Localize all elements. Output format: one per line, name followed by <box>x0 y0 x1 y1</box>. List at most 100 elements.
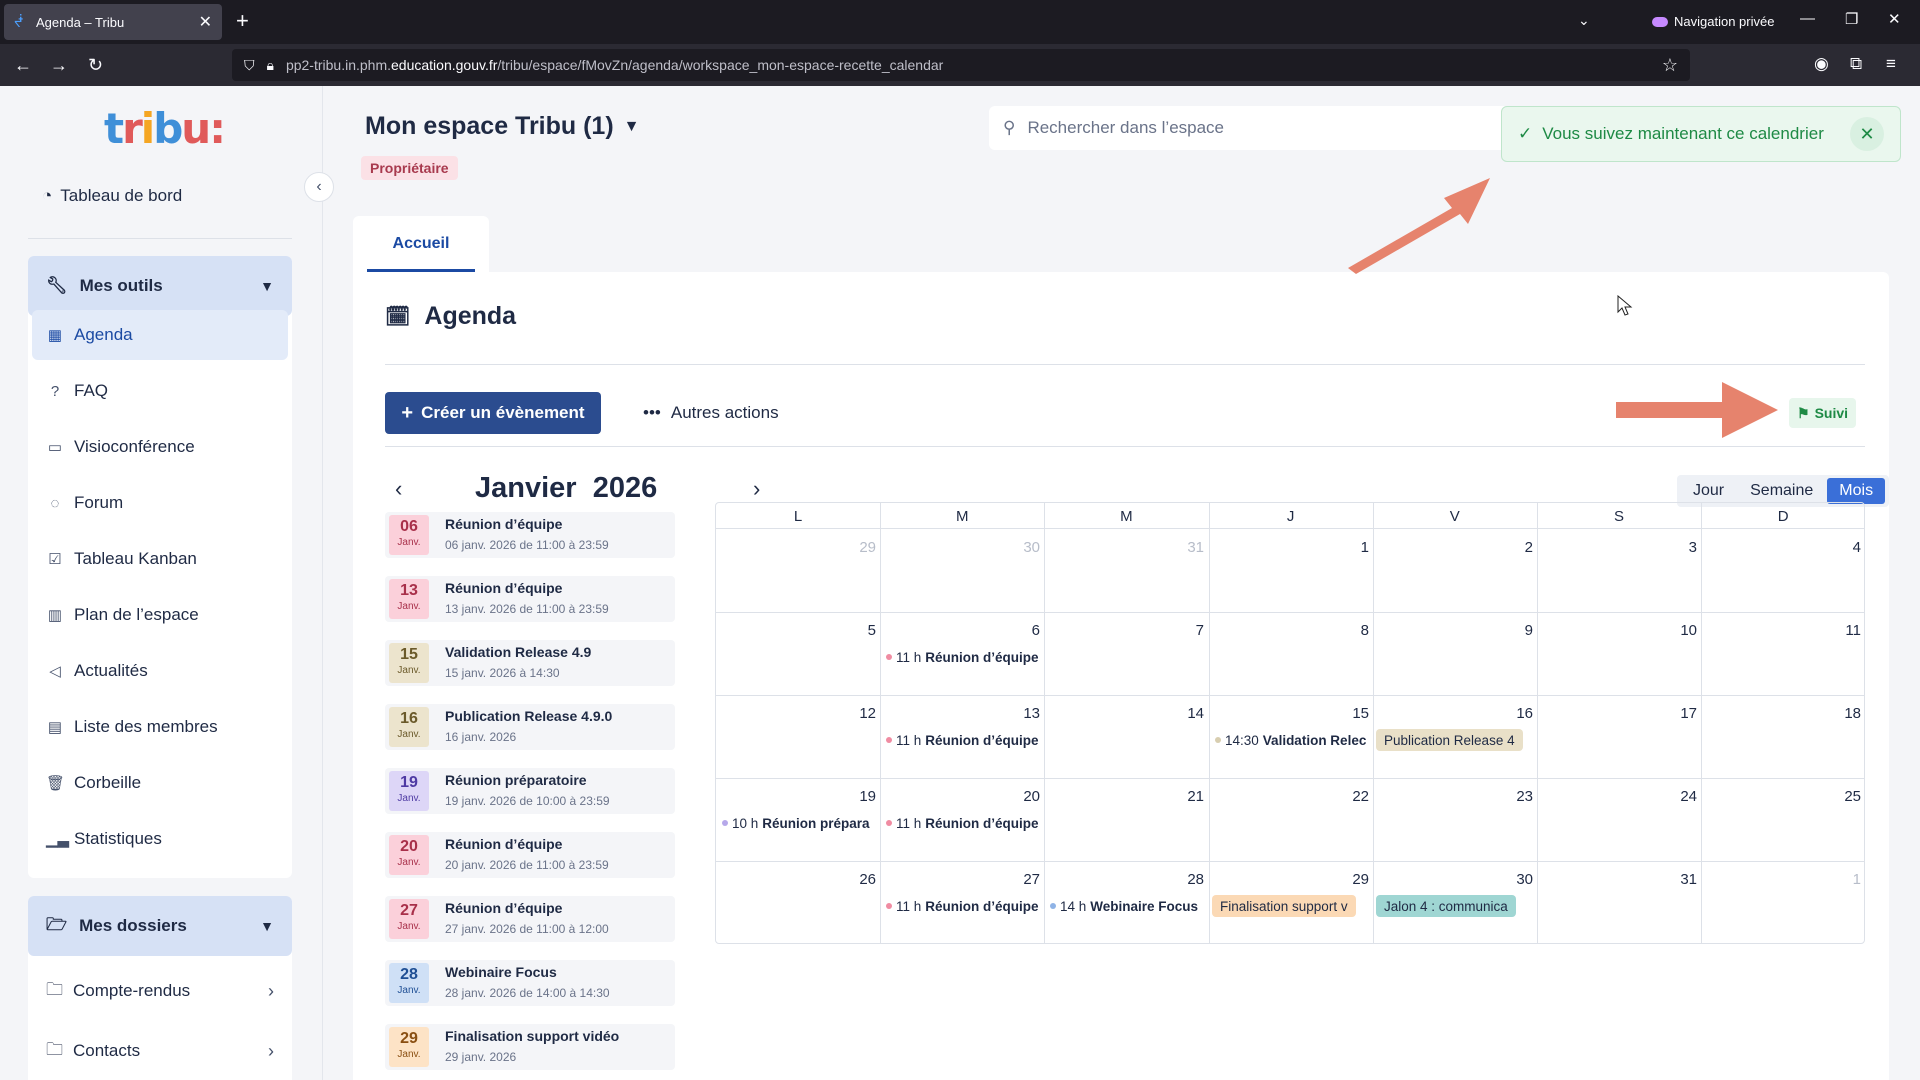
sidebar-item-4[interactable]: ☑ Tableau Kanban <box>32 534 288 584</box>
calendar-day-number: 29 <box>1352 871 1369 888</box>
tribu-logo[interactable]: tribu: <box>104 104 226 153</box>
view-mois-button[interactable]: Mois <box>1827 478 1886 504</box>
sidebar-item-label: Corbeille <box>74 773 142 792</box>
create-event-button[interactable]: + Créer un évènement <box>385 392 601 434</box>
weekday-label: S <box>1613 508 1624 525</box>
tab-list-chevron-icon[interactable]: ⌄ <box>1578 12 1590 29</box>
menu-icon[interactable]: ≡ <box>1886 54 1896 74</box>
chat-icon: ◌ <box>50 494 60 512</box>
list-item[interactable]: 29 Janv. Finalisation support vidéo 29 janv… <box>385 1024 675 1070</box>
calendar-event[interactable]: Finalisation support v <box>1212 895 1356 917</box>
folder-item-1[interactable]: 🗀︎ Contacts › <box>28 1026 292 1076</box>
tools-group-header[interactable]: 🔧︎ Mes outils ▼ <box>28 256 292 316</box>
restore-icon[interactable]: ❐ <box>1845 10 1858 28</box>
event-date-badge: 27 Janv. <box>389 899 429 939</box>
minimize-icon[interactable]: — <box>1800 10 1815 27</box>
sidebar-item-5[interactable]: ▥ Plan de l’espace <box>32 590 288 640</box>
sidebar-item-label: Liste des membres <box>74 717 218 736</box>
private-label: Navigation privée <box>1674 14 1775 29</box>
calendar-event[interactable]: 11 h Réunion d’équipe <box>886 646 1039 668</box>
sidebar-item-6[interactable]: ◁ Actualités <box>32 646 288 696</box>
list-item[interactable]: 28 Janv. Webinaire Focus 28 janv. 2026 de 1… <box>385 960 675 1006</box>
follow-button[interactable]: ⚑ Suivi <box>1789 398 1857 428</box>
address-bar[interactable]: ⛉ 🔒︎ pp2-tribu.in.phm. education.gouv.fr /… <box>232 49 1690 81</box>
space-search[interactable]: ⚲ Rechercher dans l’espace <box>989 106 1509 150</box>
check-icon: ✓ <box>1518 124 1533 143</box>
account-icon[interactable]: ◉ <box>1814 54 1829 74</box>
chevron-right-icon: › <box>268 1040 274 1061</box>
event-time: 11 h <box>896 732 922 748</box>
private-browsing-indicator: Navigation privée <box>1652 14 1774 29</box>
more-actions-button[interactable]: ••• Autres actions <box>643 392 779 434</box>
shield-icon[interactable]: ⛉ <box>244 57 255 74</box>
event-day: 28 <box>400 966 418 983</box>
sidebar-item-9[interactable]: ▁▃ Statistiques <box>32 814 288 864</box>
forward-icon[interactable]: → <box>50 54 68 76</box>
new-tab-button[interactable]: + <box>236 9 249 33</box>
sidebar-item-3[interactable]: ◌ Forum <box>32 478 288 528</box>
list-item[interactable]: 16 Janv. Publication Release 4.9.0 16 janv.… <box>385 704 675 750</box>
sidebar-item-label: Tableau Kanban <box>74 549 197 568</box>
sidebar-divider <box>28 238 292 239</box>
check-square-icon: ☑ <box>48 551 62 568</box>
collapse-sidebar-button[interactable]: ‹ <box>304 172 334 202</box>
sidebar-item-8[interactable]: 🗑︎ Corbeille <box>32 758 288 808</box>
event-title: Réunion prépara <box>762 815 870 831</box>
list-item[interactable]: 13 Janv. Réunion d’équipe 13 janv. 2026 de … <box>385 576 675 622</box>
event-day: 20 <box>400 838 418 855</box>
calendar-event[interactable]: Publication Release 4 <box>1376 729 1523 751</box>
prev-month-chevron-icon[interactable]: ‹ <box>395 476 402 502</box>
bookmark-star-icon[interactable]: ☆ <box>1662 55 1678 76</box>
sidebar-item-1[interactable]: ? FAQ <box>32 366 288 416</box>
browser-tab[interactable]: ᖫ Agenda – Tribu ✕ <box>4 4 222 40</box>
sidebar-item-0[interactable]: ▦ Agenda <box>32 310 288 360</box>
list-item[interactable]: 06 Janv. Réunion d’équipe 06 janv. 2026 de … <box>385 512 675 558</box>
folder-icon: 🗀︎ <box>46 979 63 999</box>
calendar-day-number: 31 <box>1680 871 1697 888</box>
next-month-chevron-icon[interactable]: › <box>753 476 760 502</box>
wrench-icon: 🔧︎ <box>46 276 68 295</box>
dashboard-gauge-icon: ◔ <box>42 186 53 205</box>
reload-icon[interactable]: ↻ <box>88 54 103 76</box>
tab-title: Agenda – Tribu <box>36 14 125 30</box>
lock-icon[interactable]: 🔒︎ <box>267 57 274 74</box>
back-icon[interactable]: ← <box>14 54 32 76</box>
toast-close-button[interactable]: ✕ <box>1850 117 1884 151</box>
calendar-day-number: 1 <box>1852 871 1861 888</box>
window-close-icon[interactable]: ✕ <box>1888 10 1901 28</box>
list-item[interactable]: 15 Janv. Validation Release 4.9 15 janv. 20… <box>385 640 675 686</box>
calendar-day-number: 15 <box>1352 705 1369 722</box>
event-date-badge: 16 Janv. <box>389 707 429 747</box>
space-title[interactable]: Mon espace Tribu (1) ▼ <box>365 112 640 141</box>
event-title: Publication Release 4.9.0 <box>445 708 613 724</box>
calendar-event[interactable]: 14:30 Validation Relec <box>1215 729 1366 751</box>
list-item[interactable]: 20 Janv. Réunion d’équipe 20 janv. 2026 de … <box>385 832 675 878</box>
view-semaine-button[interactable]: Semaine <box>1738 478 1825 504</box>
list-item[interactable]: 19 Janv. Réunion préparatoire 19 janv. 2026… <box>385 768 675 814</box>
calendar-day-number: 30 <box>1023 539 1040 556</box>
calendar-day-number: 17 <box>1680 705 1697 722</box>
calendar-event[interactable]: 14 h Webinaire Focus <box>1050 895 1198 917</box>
calendar-event[interactable]: 11 h Réunion d’équipe <box>886 729 1039 751</box>
calendar-event[interactable]: 11 h Réunion d’équipe <box>886 895 1039 917</box>
sidebar-item-2[interactable]: ▭ Visioconférence <box>32 422 288 472</box>
extensions-icon[interactable]: ⧉ <box>1850 54 1862 74</box>
calendar-day-number: 31 <box>1187 539 1204 556</box>
folder-item-0[interactable]: 🗀︎ Compte-rendus › <box>28 966 292 1016</box>
calendar-event[interactable]: Jalon 4 : communica <box>1376 895 1516 917</box>
calendar-event[interactable]: 10 h Réunion prépara <box>722 812 870 834</box>
dashboard-link[interactable]: ◔ Tableau de bord <box>42 186 182 206</box>
folders-group-header[interactable]: 🗁︎ Mes dossiers ▼ <box>28 896 292 956</box>
event-dot <box>886 903 892 909</box>
sidebar-item-label: Plan de l’espace <box>74 605 199 624</box>
view-jour-button[interactable]: Jour <box>1681 478 1736 504</box>
event-subtitle: 06 janv. 2026 de 11:00 à 23:59 <box>445 538 609 552</box>
calendar-event[interactable]: 11 h Réunion d’équipe <box>886 812 1039 834</box>
sidebar-item-7[interactable]: ▤ Liste des membres <box>32 702 288 752</box>
close-tab-icon[interactable]: ✕ <box>199 12 212 32</box>
event-month: Janv. <box>397 537 421 548</box>
tab-accueil[interactable]: Accueil <box>353 216 489 272</box>
toast-message: Vous suivez maintenant ce calendrier <box>1542 124 1824 143</box>
list-item[interactable]: 27 Janv. Réunion d’équipe 27 janv. 2026 de … <box>385 896 675 942</box>
calendar-day-number: 4 <box>1852 539 1861 556</box>
